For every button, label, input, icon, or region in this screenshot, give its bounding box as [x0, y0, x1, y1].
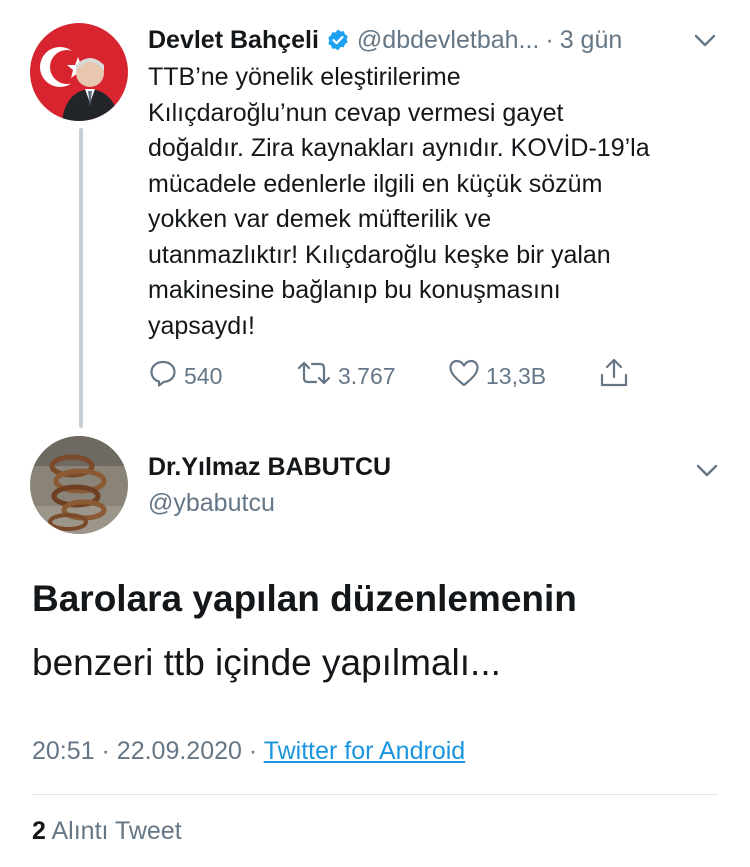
tweet-text-line: doğaldır. Zira kaynakları aynıdır. KOVİD…: [148, 134, 650, 162]
tweet-text: TTB’ne yönelik eleştirilerime Kılıçdaroğ…: [148, 60, 708, 344]
author-handle[interactable]: @dbdevletbah...: [357, 26, 539, 55]
tweet-date[interactable]: 22.09.2020: [117, 737, 242, 765]
chevron-down-icon[interactable]: [692, 456, 722, 491]
tweet-text-line: Kılıçdaroğlu’nun cevap vermesi gayet: [148, 98, 564, 127]
author-handle[interactable]: @ybabutcu: [148, 488, 391, 518]
tweet-text: benzeri ttb içinde yapılmalı...: [32, 642, 501, 683]
like-button[interactable]: 13,3B: [448, 356, 546, 396]
separator-dot: ·: [248, 737, 258, 765]
reply-icon: [148, 358, 184, 394]
separator-dot: ·: [101, 737, 110, 765]
tweet-header: Dr.Yılmaz BABUTCU @ybabutcu: [148, 452, 391, 518]
chevron-down-icon[interactable]: [690, 26, 720, 61]
tweet-time[interactable]: 3 gün: [560, 26, 623, 55]
share-icon: [598, 357, 636, 395]
retweet-icon: [296, 358, 338, 394]
tweet-text-line: yokken var demek müfterilik ve: [148, 205, 492, 233]
retweet-button[interactable]: 3.767: [296, 356, 396, 396]
retweet-count: 3.767: [338, 362, 396, 389]
quote-label: Alıntı Tweet: [51, 817, 182, 845]
source-link[interactable]: Twitter for Android: [264, 737, 465, 765]
tweet-text-line: TTB’ne yönelik eleştirilerime: [148, 63, 461, 91]
reply-button[interactable]: 540: [148, 356, 222, 396]
verified-badge-icon: [326, 28, 350, 52]
avatar[interactable]: [30, 436, 128, 534]
author-name[interactable]: Dr.Yılmaz BABUTCU: [148, 452, 391, 482]
divider: [32, 794, 718, 795]
avatar[interactable]: [30, 23, 128, 121]
quote-count: 2: [32, 817, 46, 845]
tweet-text-line: utanmazlıktır! Kılıçdaroğlu keşke bir ya…: [148, 240, 611, 269]
thread-connector-line: [79, 128, 83, 428]
tweet-text-line: makinesine bağlanıp bu konuşmasını: [148, 276, 561, 304]
tweet-header: Devlet Bahçeli @dbdevletbah... · 3 gün: [148, 22, 718, 58]
tweet-text-bold: Barolara yapılan düzenlemenin: [32, 578, 577, 619]
heart-icon: [448, 358, 486, 394]
author-name[interactable]: Devlet Bahçeli: [148, 26, 319, 55]
quote-tweets-link[interactable]: 2 Alıntı Tweet: [32, 817, 182, 846]
tweet-meta: 20:51 · 22.09.2020 · Twitter for Android: [32, 737, 465, 766]
separator-dot: ·: [545, 25, 554, 54]
tweet-actions: 540 3.767 13,3B: [148, 356, 648, 396]
tweet-text-line: yapsaydı!: [148, 311, 256, 340]
tweet-time[interactable]: 20:51: [32, 737, 95, 765]
like-count: 13,3B: [486, 362, 547, 389]
reply-count: 540: [184, 362, 223, 389]
share-button[interactable]: [598, 356, 636, 396]
tweet-text-line: mücadele edenlerle ilgili en küçük sözüm: [148, 169, 603, 198]
